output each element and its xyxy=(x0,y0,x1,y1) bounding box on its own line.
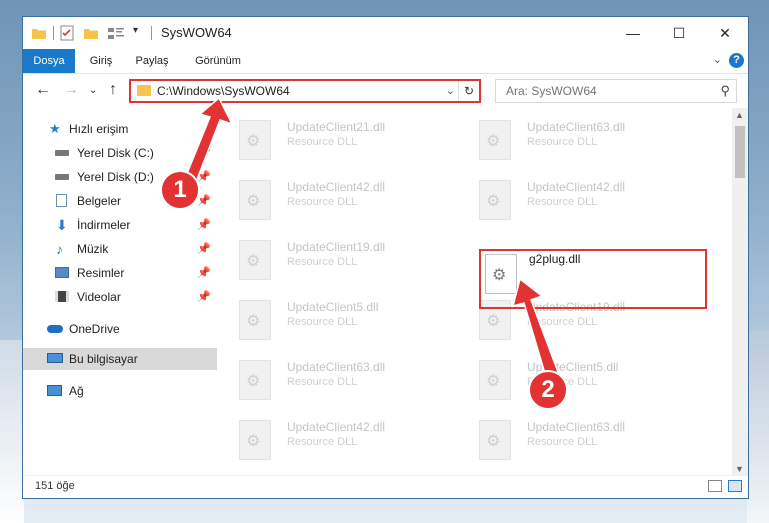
arrow-1 xyxy=(185,96,234,184)
arrow-2 xyxy=(511,277,559,379)
annotation-arrows xyxy=(185,96,559,379)
callout-2: 2 xyxy=(528,370,568,410)
callout-1: 1 xyxy=(160,170,200,210)
